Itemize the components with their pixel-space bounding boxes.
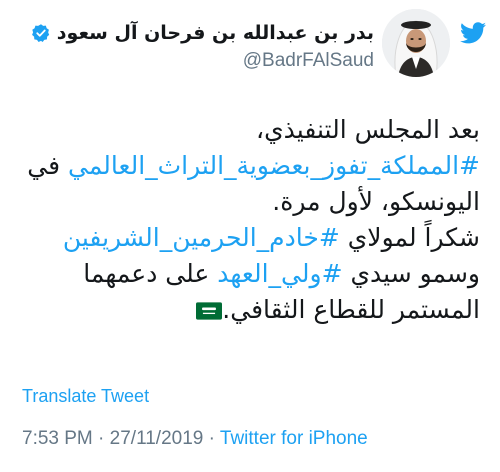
tweet-text-segment: شكراً لمولاي bbox=[339, 223, 480, 252]
tweet-text-line: وسمو سيدي #ولي_العهد على دعمهما bbox=[10, 256, 480, 292]
tweet-text-segment: اليونسكو، لأول مرة. bbox=[272, 187, 480, 216]
hashtag-link[interactable]: #المملكة_تفوز_بعضوية_التراث_العالمي bbox=[68, 151, 480, 180]
hashtag-link[interactable]: #ولي_العهد bbox=[217, 259, 342, 288]
translate-tweet-link[interactable]: Translate Tweet bbox=[22, 386, 149, 407]
tweet-text-segment: في bbox=[27, 151, 68, 180]
tweet-time[interactable]: 7:53 PM bbox=[22, 428, 93, 449]
tweet-text-segment: بعد المجلس التنفيذي، bbox=[256, 115, 480, 144]
tweet-date[interactable]: 27/11/2019 bbox=[110, 428, 204, 449]
tweet-text-segment: وسمو سيدي bbox=[342, 259, 480, 288]
tweet-text-segment: على دعمهما bbox=[83, 259, 218, 288]
avatar[interactable] bbox=[382, 9, 450, 77]
meta-separator: · bbox=[203, 428, 220, 449]
tweet-text-segment: المستمر للقطاع الثقافي. bbox=[222, 295, 480, 324]
tweet-text-line: المستمر للقطاع الثقافي. bbox=[10, 292, 480, 328]
twitter-bird-icon[interactable] bbox=[460, 22, 486, 44]
saudi-flag-icon bbox=[196, 302, 223, 320]
tweet-card: بدر بن عبدالله بن فرحان آل سعود @BadrFAl… bbox=[0, 0, 500, 472]
tweet-text-line: شكراً لمولاي #خادم_الحرمين_الشريفين bbox=[10, 220, 480, 256]
tweet-text-line: بعد المجلس التنفيذي، bbox=[10, 112, 480, 148]
tweet-metadata: 7:53 PM · 27/11/2019 · Twitter for iPhon… bbox=[22, 428, 368, 450]
name-row[interactable]: بدر بن عبدالله بن فرحان آل سعود bbox=[31, 19, 374, 47]
tweet-text-line: اليونسكو، لأول مرة. bbox=[10, 184, 480, 220]
verified-badge-icon bbox=[31, 24, 49, 42]
avatar-photo-icon bbox=[382, 9, 450, 77]
tweet-source-link[interactable]: Twitter for iPhone bbox=[220, 428, 368, 449]
user-handle[interactable]: @BadrFAlSaud bbox=[243, 50, 374, 72]
tweet-text: بعد المجلس التنفيذي، #المملكة_تفوز_بعضوية… bbox=[10, 112, 480, 328]
meta-separator: · bbox=[92, 428, 110, 449]
tweet-text-line: #المملكة_تفوز_بعضوية_التراث_العالمي في bbox=[10, 148, 480, 184]
hashtag-link[interactable]: #خادم_الحرمين_الشريفين bbox=[63, 223, 340, 252]
display-name[interactable]: بدر بن عبدالله بن فرحان آل سعود bbox=[57, 22, 374, 44]
